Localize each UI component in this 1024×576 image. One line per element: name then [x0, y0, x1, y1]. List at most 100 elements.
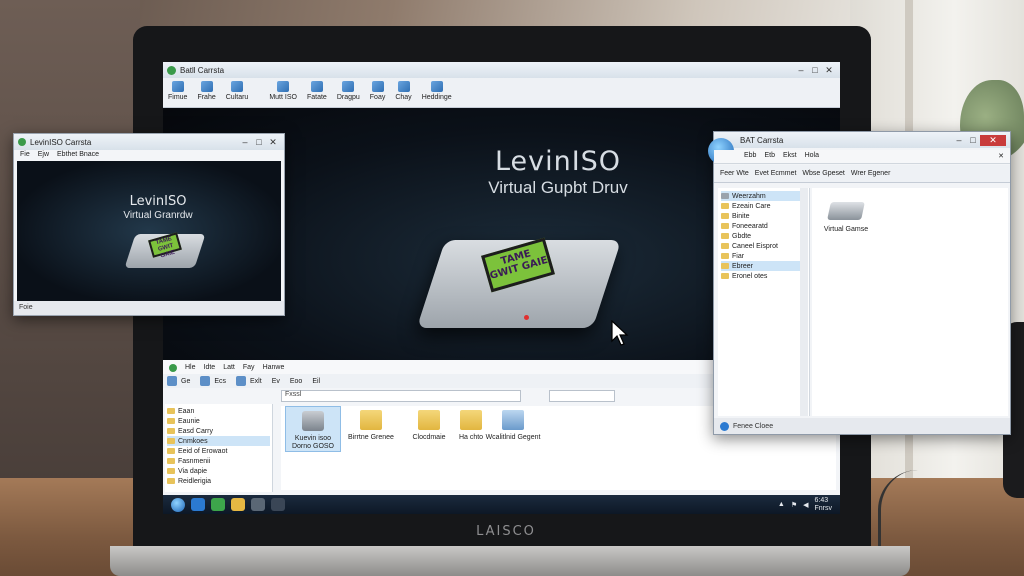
maximize-icon[interactable]: □: [808, 65, 822, 75]
image-icon: [371, 81, 384, 92]
nav-item[interactable]: Easd Carry: [167, 426, 270, 436]
media-icon[interactable]: [211, 498, 225, 511]
menu-item[interactable]: Etb: [764, 152, 775, 161]
toolbar-button[interactable]: Feer Wte: [720, 170, 749, 177]
nav-scrollbar[interactable]: [800, 188, 808, 416]
toolbar-label[interactable]: Eoo: [290, 378, 302, 385]
nav-label: Weerzahm: [732, 192, 766, 200]
clock[interactable]: 6:43 Fnrsv: [815, 497, 833, 513]
close-pane-icon[interactable]: ✕: [998, 152, 1004, 161]
disc-icon: [277, 81, 290, 92]
nav-item[interactable]: Eeid of Erowaot: [167, 446, 270, 456]
toolbar-label[interactable]: Ge: [181, 378, 190, 385]
right-window-title: BAT Carrsta: [740, 135, 784, 145]
up-icon[interactable]: [236, 376, 247, 386]
folder-icon: [167, 458, 175, 464]
menu-item[interactable]: Fay: [243, 364, 255, 372]
minimize-icon[interactable]: –: [238, 137, 252, 147]
close-icon[interactable]: ✕: [980, 134, 1006, 146]
tray-arrow-icon[interactable]: ▲: [778, 501, 785, 508]
nav-item[interactable]: Gbdte: [721, 231, 806, 241]
folder-icon: [167, 438, 175, 444]
main-window-titlebar[interactable]: Batll Carrsta – □ ✕: [163, 62, 840, 78]
start-button-icon[interactable]: [171, 497, 185, 512]
menu-item[interactable]: Ekst: [783, 152, 797, 161]
nav-item[interactable]: Caneel Eisprot: [721, 241, 806, 251]
menu-item[interactable]: Latt: [223, 364, 235, 372]
search-icon[interactable]: [271, 498, 285, 511]
close-icon[interactable]: ✕: [266, 137, 280, 148]
file-item[interactable]: Birrtne Grenee: [343, 406, 399, 442]
nav-label: Reidlerigia: [178, 477, 212, 485]
tool-mutt-iso[interactable]: Mutt ISO: [269, 81, 297, 101]
tool-cultaru[interactable]: Cultaru: [226, 81, 248, 101]
window-icon[interactable]: [251, 498, 265, 511]
tool-chay[interactable]: Chay: [395, 81, 412, 101]
menu-item[interactable]: Hle: [185, 364, 196, 372]
nav-item[interactable]: Foneearatd: [721, 221, 806, 231]
forward-icon[interactable]: [200, 376, 211, 386]
nav-item-selected[interactable]: Weerzahm: [721, 191, 806, 201]
menu-item[interactable]: Idte: [204, 364, 216, 372]
toolbar-button[interactable]: Wbse Gpeset: [802, 170, 844, 177]
file-item-selected[interactable]: Kuevin isoo Dorno GOSO: [285, 406, 341, 452]
minimize-icon[interactable]: –: [952, 135, 966, 145]
toolbar-button[interactable]: Evet Ecmmet: [755, 170, 797, 177]
nav-item-selected[interactable]: Ebreer: [721, 261, 806, 271]
tool-fatate[interactable]: Fatate: [307, 81, 327, 101]
explorer-right-window: BAT Carrsta – □ ✕ Ebb Etb Ekst Hola ✕ Fe…: [708, 131, 1011, 435]
toolbar-label[interactable]: Eil: [312, 378, 320, 385]
nav-item[interactable]: Via dapie: [167, 466, 270, 476]
tool-heddinge[interactable]: Heddinge: [422, 81, 452, 101]
ie-icon[interactable]: [191, 498, 205, 511]
menu-item[interactable]: Hanwe: [263, 364, 285, 372]
nav-item-selected[interactable]: Cnmkoes: [167, 436, 270, 446]
right-window-titlebar[interactable]: BAT Carrsta – □ ✕: [714, 132, 1010, 148]
nav-item[interactable]: Ezeain Care: [721, 201, 806, 211]
tool-foay[interactable]: Foay: [369, 81, 386, 101]
item-label: Virtual Gamse: [823, 226, 869, 233]
menu-item[interactable]: Hola: [805, 152, 819, 161]
nav-item[interactable]: Eronel otes: [721, 271, 806, 281]
document-icon: [200, 81, 213, 92]
menu-item[interactable]: Ebb: [744, 152, 756, 161]
nav-label: Eeid of Erowaot: [178, 447, 228, 455]
nav-item[interactable]: Fasnmenii: [167, 456, 270, 466]
tool-dragpu[interactable]: Dragpu: [337, 81, 360, 101]
tool-label: Mutt ISO: [269, 94, 297, 101]
explorer-icon[interactable]: [231, 498, 245, 511]
nav-item[interactable]: Eaan: [167, 406, 270, 416]
tool-label: Foay: [369, 94, 386, 101]
file-item[interactable]: Wcalitlnid Gegent: [485, 406, 541, 442]
back-icon[interactable]: [167, 376, 177, 386]
brand-subtitle: Virtual Gupbt Druv: [488, 178, 628, 197]
left-window-menubar: Fie Ejw Ebthet Bnace: [14, 150, 284, 161]
toolbar-label[interactable]: Exlt: [250, 378, 262, 385]
nav-item[interactable]: Fiar: [721, 251, 806, 261]
nav-label: Ezeain Care: [732, 202, 771, 210]
toolbar-label[interactable]: Ev: [272, 378, 280, 385]
toolbar-button[interactable]: Wrer Egener: [851, 170, 891, 177]
minimize-icon[interactable]: –: [794, 65, 808, 75]
network-icon[interactable]: ⚑: [791, 501, 797, 509]
address-bar[interactable]: Fxssl: [281, 390, 521, 402]
clock-date: Fnrsv: [814, 504, 833, 512]
left-window-titlebar[interactable]: LevinISO Carrsta – □ ✕: [14, 134, 284, 150]
toolbar-label[interactable]: Ecs: [214, 378, 226, 385]
nav-item[interactable]: Binite: [721, 211, 806, 221]
search-input[interactable]: [549, 390, 615, 402]
volume-icon[interactable]: ◀: [803, 501, 808, 509]
menu-item[interactable]: Fie: [20, 151, 30, 159]
menu-item[interactable]: Ejw: [38, 151, 49, 159]
maximize-icon[interactable]: □: [252, 137, 266, 147]
tool-fimue[interactable]: Fimue: [168, 81, 187, 101]
close-icon[interactable]: ✕: [822, 65, 836, 76]
tool-frahe[interactable]: Frahe: [197, 81, 216, 101]
folder-icon: [167, 478, 175, 484]
nav-item[interactable]: Eaunie: [167, 416, 270, 426]
nav-item[interactable]: Reidlerigia: [167, 476, 270, 486]
virtual-drive-item[interactable]: Virtual Gamse: [816, 202, 876, 233]
maximize-icon[interactable]: □: [966, 135, 980, 145]
nav-label: Easd Carry: [178, 427, 214, 435]
menu-item[interactable]: Ebthet Bnace: [57, 151, 99, 159]
